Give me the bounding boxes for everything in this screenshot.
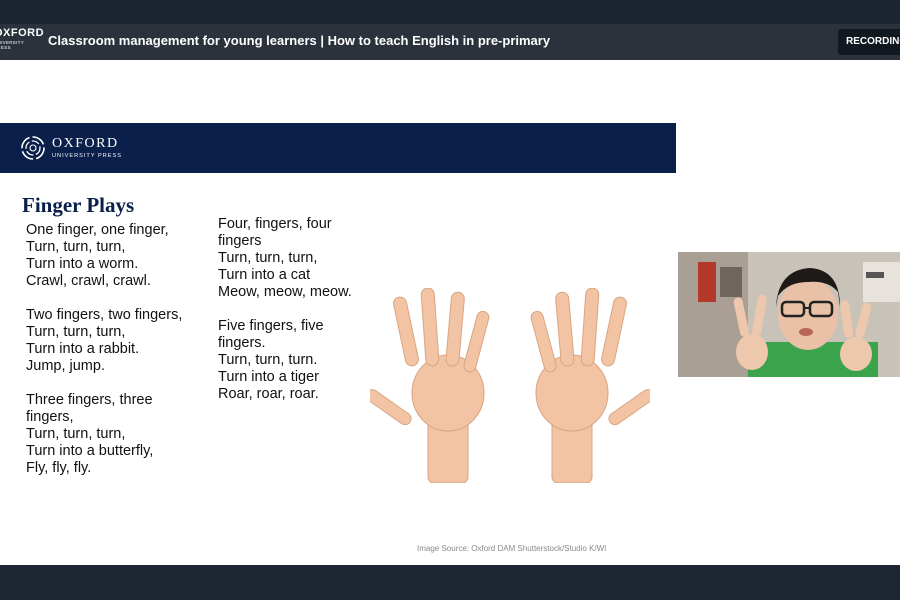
poem-line: Four, fingers, four fingers (218, 216, 332, 249)
poem-line: Turn, turn, turn. (218, 352, 318, 368)
slide-heading: Finger Plays (22, 193, 135, 217)
image-source-caption: Image Source: Oxford DAM Shutterstock/St… (417, 544, 607, 553)
webcam-scene (678, 252, 900, 377)
poem-line: Roar, roar, roar. (218, 386, 319, 402)
poem-line: Turn into a worm. (26, 256, 139, 272)
poem-line: One finger, one finger, (26, 222, 169, 238)
poem-line: Turn, turn, turn, (218, 250, 318, 266)
stanza: One finger, one finger, Turn, turn, turn… (26, 222, 216, 290)
poem-line: Jump, jump. (26, 358, 105, 374)
oup-logo: OXFORD UNIVERSITY PRESS (20, 135, 122, 161)
recording-badge: RECORDING (838, 29, 900, 55)
slide: OXFORD UNIVERSITY PRESS Finger Plays One… (0, 123, 676, 565)
poem-line: Three fingers, three fingers, (26, 392, 153, 425)
bottom-bar (0, 565, 900, 600)
poem-line: Turn into a rabbit. (26, 341, 140, 357)
poem-column-1: One finger, one finger, Turn, turn, turn… (26, 222, 216, 494)
poem-line: Crawl, crawl, crawl. (26, 273, 151, 289)
oup-swirl-logo-icon (21, 136, 45, 160)
poem-line: Turn into a cat (218, 267, 311, 283)
stanza: Five fingers, five fingers. Turn, turn, … (218, 318, 353, 403)
poem-line: Turn, turn, turn, (26, 239, 126, 255)
poem-line: Fly, fly, fly. (26, 460, 92, 476)
poem-line: Turn, turn, turn, (26, 426, 126, 442)
poem-line: Turn into a butterfly, (26, 443, 154, 459)
oxford-brand-mini: OXFORD UNIVERSITY PRESS (0, 27, 45, 50)
session-titlebar: OXFORD UNIVERSITY PRESS Classroom manage… (0, 24, 900, 60)
stanza: Three fingers, three fingers, Turn, turn… (26, 392, 171, 477)
poem-line: Turn into a tiger (218, 369, 320, 385)
poem-line: Five fingers, five fingers. (218, 318, 324, 351)
top-strip (0, 0, 900, 24)
poem-column-2: Four, fingers, four fingers Turn, turn, … (218, 216, 353, 420)
open-hands-image (370, 288, 650, 483)
poem-line: Turn, turn, turn, (26, 324, 126, 340)
poem-line: Meow, meow, meow. (218, 284, 352, 300)
stanza: Four, fingers, four fingers Turn, turn, … (218, 216, 353, 301)
stanza: Two fingers, two fingers, Turn, turn, tu… (26, 307, 216, 375)
poem-line: Two fingers, two fingers, (26, 307, 183, 323)
slide-header-band: OXFORD UNIVERSITY PRESS (0, 123, 676, 173)
presenter-webcam-feed (678, 252, 900, 377)
oup-wordmark: OXFORD UNIVERSITY PRESS (52, 135, 122, 159)
session-title: Classroom management for young learners … (48, 33, 551, 48)
